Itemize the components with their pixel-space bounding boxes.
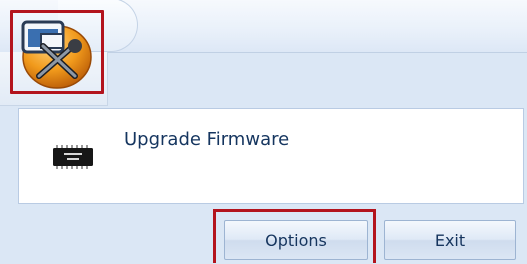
chip-icon xyxy=(53,145,93,169)
firmware-tools-icon xyxy=(21,20,92,89)
menu-item-upgrade-firmware[interactable]: Upgrade Firmware xyxy=(23,113,519,199)
menu-items-panel: Upgrade Firmware xyxy=(18,108,524,204)
application-orb-button[interactable] xyxy=(10,10,104,94)
options-button[interactable]: Options xyxy=(224,220,368,260)
exit-button[interactable]: Exit xyxy=(384,220,516,260)
menu-item-label: Upgrade Firmware xyxy=(124,129,290,150)
